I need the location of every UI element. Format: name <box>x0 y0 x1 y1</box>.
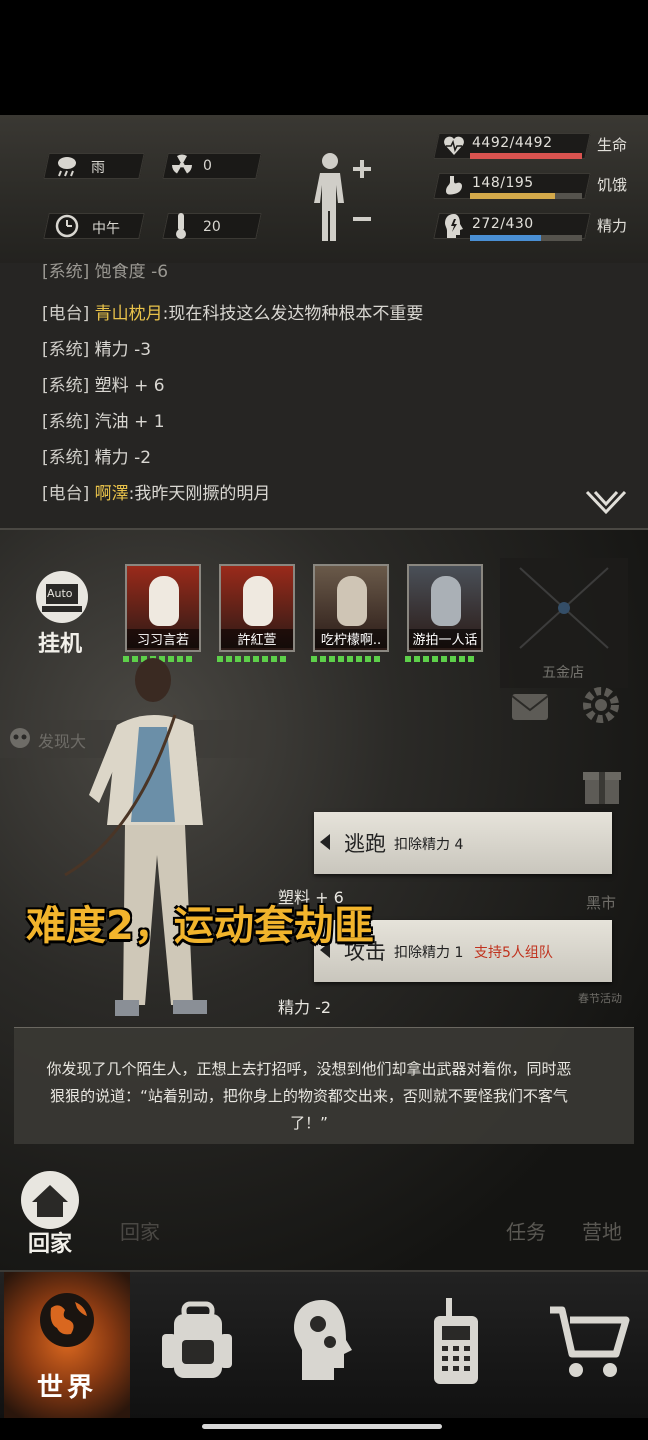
log-channel-tag: [系统] <box>42 340 90 360</box>
attack-cost: 扣除精力 1 <box>394 945 464 961</box>
thermometer-icon <box>176 213 186 239</box>
faded-home-label: 回家 <box>120 1220 160 1244</box>
enemy-health-bar <box>311 656 383 662</box>
event-dialog: 你发现了几个陌生人，正想上去打招呼，没想到他们却拿出武器对着你，同时恶狠狠的说道… <box>14 1027 634 1144</box>
video-caption: 难度2，运动套劫匪 <box>26 903 374 949</box>
log-sender-name[interactable]: 青山枕月 <box>95 304 163 324</box>
log-channel-tag: [系统] <box>42 412 90 432</box>
task-label[interactable]: 任务 <box>506 1216 546 1245</box>
auto-label: 挂机 <box>38 632 83 657</box>
floating-energy-text: 精力 -2 <box>278 998 332 1017</box>
log-message-text: 精力 -3 <box>94 340 152 360</box>
body-status-icon[interactable] <box>312 151 374 243</box>
flee-cost: 扣除精力 4 <box>394 837 464 853</box>
home-button[interactable]: 回家 <box>18 1170 82 1257</box>
time-text: 中午 <box>92 221 120 237</box>
radiation-icon <box>172 154 192 174</box>
enemy-face <box>337 576 367 626</box>
gift-icon[interactable] <box>580 762 624 806</box>
log-line: [系统] 汽油 + 1 <box>42 407 165 432</box>
nav-world-label: 世界 <box>36 1373 97 1403</box>
log-channel-tag: [电台] <box>42 304 90 324</box>
walkie-talkie-icon[interactable] <box>428 1296 484 1388</box>
nav-world-tab[interactable]: 世界 <box>4 1272 130 1418</box>
enemy-face <box>243 576 273 626</box>
log-message-text: :现在科技这么发达物种根本不重要 <box>162 304 424 324</box>
enemy-name: 习习言若 <box>127 629 199 648</box>
player-character <box>64 658 207 1016</box>
auto-idle-button[interactable]: Auto 挂机 <box>30 570 94 657</box>
log-line: [电台] 青山枕月:现在科技这么发达物种根本不重要 <box>42 299 423 324</box>
heart-icon <box>444 136 464 155</box>
flee-label: 逃跑 <box>344 832 386 856</box>
weather-text: 雨 <box>91 160 105 176</box>
life-value: 4492/4492 <box>472 135 553 151</box>
home-label: 回家 <box>28 1232 73 1257</box>
skull-icon <box>10 728 30 748</box>
log-message-text: 汽油 + 1 <box>94 412 165 432</box>
enemy-portrait[interactable]: 习习言若 <box>125 564 201 652</box>
energy-value: 272/430 <box>472 216 534 232</box>
clock-icon <box>55 214 79 238</box>
log-line-partial: [系统] 饱食度 -6 <box>42 263 169 282</box>
log-channel-tag: [电台] <box>42 484 90 504</box>
life-label: 生命 <box>597 136 628 154</box>
settings-gear-icon[interactable] <box>578 682 624 728</box>
log-line: [系统] 精力 -2 <box>42 443 151 468</box>
black-market-label[interactable]: 黑市 <box>586 892 616 913</box>
enemy-portrait[interactable]: 吃柠檬啊.. <box>313 564 389 652</box>
log-line: [系统] 塑料 + 6 <box>42 371 165 396</box>
stomach-icon <box>446 176 462 195</box>
enemy-name: 許紅萱 <box>221 629 293 648</box>
hunger-bar-fill <box>470 193 555 199</box>
camp-label[interactable]: 营地 <box>582 1216 622 1245</box>
energy-bar-fill <box>470 235 541 241</box>
home-indicator[interactable] <box>202 1424 442 1429</box>
backpack-icon[interactable] <box>160 1300 232 1384</box>
flee-button[interactable]: 逃跑 扣除精力 4 <box>314 812 612 874</box>
message-log[interactable]: [系统] 饱食度 -6 [电台] 青山枕月:现在科技这么发达物种根本不重要 [系统… <box>0 263 648 530</box>
radiation-value: 0 <box>203 158 212 174</box>
event-dialog-text: 你发现了几个陌生人，正想上去打招呼，没想到他们却拿出武器对着你，同时恶狠狠的说道… <box>46 1060 572 1132</box>
shopping-cart-icon[interactable] <box>546 1302 630 1382</box>
enemy-face <box>149 576 179 626</box>
expand-chevron-icon[interactable] <box>585 488 627 518</box>
log-channel-tag: [系统] <box>42 448 90 468</box>
bottom-nav: 世界 <box>0 1270 648 1418</box>
rain-cloud-icon <box>58 157 76 177</box>
log-message-text: :我昨天刚撅的明月 <box>128 484 271 504</box>
enemy-name: 游拍一人话 <box>409 629 481 648</box>
enemy-portrait[interactable]: 許紅萱 <box>219 564 295 652</box>
log-message-text: 塑料 + 6 <box>94 376 165 396</box>
enemy-face <box>431 576 461 626</box>
auto-icon-text: Auto <box>47 587 73 600</box>
globe-icon <box>40 1293 94 1347</box>
log-line: [电台] 啊澤:我昨天刚撅的明月 <box>42 479 270 504</box>
hunger-value: 148/195 <box>472 175 534 191</box>
temperature-value: 20 <box>203 219 221 235</box>
enemy-health-bar <box>405 656 477 662</box>
mail-icon[interactable] <box>508 688 552 728</box>
flee-arrow-icon <box>320 834 330 850</box>
brain-energy-icon <box>445 214 463 238</box>
store-label: 五金店 <box>542 665 584 681</box>
log-message-text: 精力 -2 <box>94 448 152 468</box>
attack-team-note: 支持5人组队 <box>474 945 553 961</box>
hunger-label: 饥饿 <box>597 176 628 194</box>
life-bar-fill <box>470 153 582 159</box>
log-line: [系统] 精力 -3 <box>42 335 151 360</box>
enemy-portrait[interactable]: 游拍一人话 <box>407 564 483 652</box>
enemy-name: 吃柠檬啊.. <box>315 629 387 648</box>
store-panel[interactable]: 五金店 <box>500 558 628 688</box>
spring-event-label[interactable]: 春节活动 <box>578 990 622 1006</box>
home-icon <box>21 1171 79 1229</box>
head-gears-icon[interactable] <box>292 1296 356 1386</box>
status-panel: 雨 0 中午 20 4492/4492 生命 148/195 饥饿 272/43… <box>0 115 648 265</box>
log-channel-tag: [系统] <box>42 376 90 396</box>
energy-label: 精力 <box>597 217 628 235</box>
log-sender-name[interactable]: 啊澤 <box>95 484 129 504</box>
